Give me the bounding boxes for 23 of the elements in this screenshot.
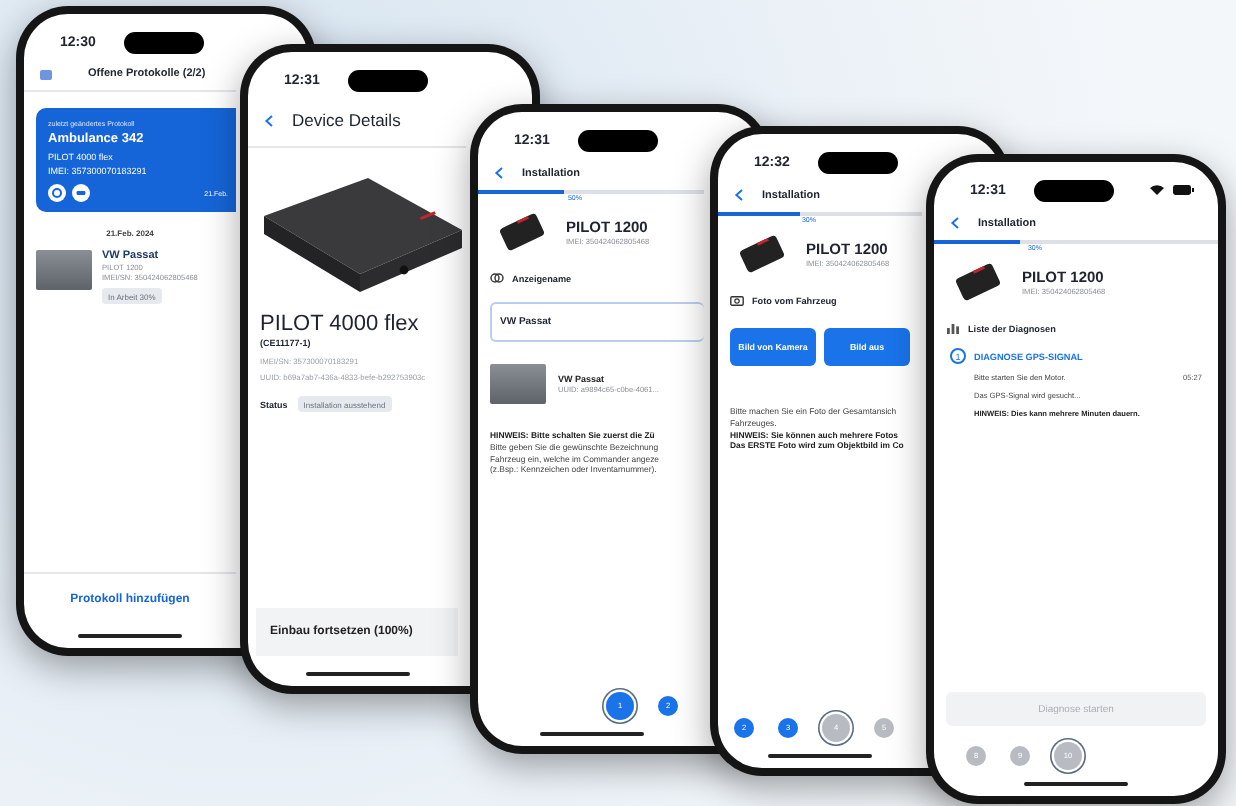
camera-notch: [817, 151, 898, 173]
device-name: PILOT 4000 flex: [260, 312, 421, 336]
home-indicator: [768, 754, 872, 758]
camera-notch: [577, 129, 658, 151]
home-indicator: [78, 634, 182, 638]
home-indicator: [1024, 782, 1128, 786]
back-icon[interactable]: [950, 216, 960, 230]
camera-notch: [347, 69, 428, 91]
screen-title: Device Details: [292, 110, 401, 130]
battery-icon: [1172, 184, 1194, 196]
home-indicator: [305, 672, 409, 676]
camera-notch: [123, 31, 204, 53]
photo-placeholder: [36, 250, 92, 290]
home-indicator: [539, 732, 643, 736]
back-icon[interactable]: [264, 113, 274, 127]
wifi-icon: [1148, 184, 1166, 196]
back-icon[interactable]: [494, 166, 504, 180]
menu-icon[interactable]: [40, 69, 52, 79]
photo-placeholder: [490, 364, 546, 404]
chart-icon: [946, 322, 960, 336]
back-icon[interactable]: [734, 188, 744, 202]
camera-icon: [730, 294, 744, 308]
camera-notch: [1033, 179, 1114, 201]
